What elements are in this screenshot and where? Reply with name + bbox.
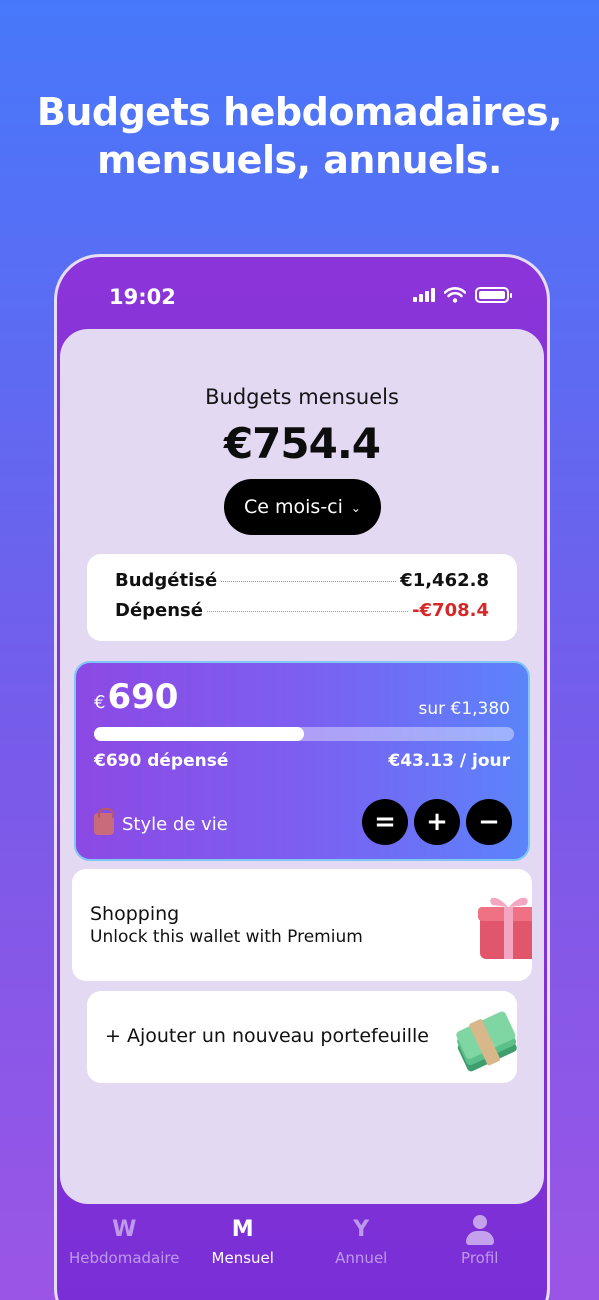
wallet-progress-fill [94, 727, 304, 741]
tab-monthly[interactable]: M Mensuel [185, 1215, 300, 1300]
status-time: 19:02 [109, 285, 176, 309]
budgeted-label: Budgétisé [115, 570, 218, 591]
tab-monthly-icon: M [231, 1217, 254, 1242]
add-wallet-button[interactable]: + Ajouter un nouveau portefeuille [87, 991, 517, 1083]
wallet-progress-bar [94, 727, 514, 741]
period-selector-button[interactable]: Ce mois-ci ⌄ [224, 479, 381, 535]
headline: Budgets hebdomadaires, mensuels, annuels… [0, 88, 599, 184]
wallet-amount-value: 690 [107, 677, 179, 717]
page-title: Budgets mensuels [205, 385, 399, 409]
tab-yearly[interactable]: Y Annuel [304, 1215, 419, 1300]
tab-weekly-icon: W [112, 1217, 137, 1242]
tab-monthly-label: Mensuel [211, 1249, 274, 1267]
phone-frame: 19:02 Budgets mensuels €754.4 Ce mois-ci… [54, 254, 550, 1300]
wallet-per-day: €43.13 / jour [388, 751, 510, 771]
wallet-category: Style de vie [94, 808, 228, 835]
dotted-leader [221, 581, 397, 582]
equals-button[interactable]: = [362, 799, 408, 845]
tab-weekly-label: Hebdomadaire [69, 1249, 180, 1267]
tab-weekly[interactable]: W Hebdomadaire [67, 1215, 182, 1300]
signal-icon [413, 288, 435, 302]
budget-total: €754.4 [223, 419, 381, 468]
spent-value: -€708.4 [412, 600, 489, 621]
wallet-currency: € [94, 692, 106, 713]
locked-wallet-subtitle: Unlock this wallet with Premium [90, 927, 363, 947]
status-bar: 19:02 [57, 257, 547, 329]
minus-button[interactable]: − [466, 799, 512, 845]
dotted-leader [206, 611, 409, 612]
spent-row: Dépensé -€708.4 [115, 600, 489, 630]
chevron-down-icon: ⌄ [350, 501, 361, 515]
budget-summary-card: Budgétisé €1,462.8 Dépensé -€708.4 [87, 554, 517, 641]
cash-icon [456, 1011, 517, 1072]
wallet-amount: €690 [94, 677, 178, 717]
tab-yearly-label: Annuel [335, 1249, 388, 1267]
headline-line-2: mensuels, annuels. [97, 138, 502, 182]
status-icons [413, 287, 512, 303]
plus-button[interactable]: + [414, 799, 460, 845]
add-wallet-label: + Ajouter un nouveau portefeuille [105, 1025, 429, 1047]
budget-screen: Budgets mensuels €754.4 Ce mois-ci ⌄ Bud… [60, 329, 544, 1204]
tab-profile[interactable]: Profil [422, 1215, 537, 1300]
bag-icon [94, 808, 114, 835]
tab-profile-label: Profil [461, 1249, 499, 1267]
spent-label: Dépensé [115, 600, 203, 621]
headline-line-1: Budgets hebdomadaires, [36, 90, 563, 134]
gift-icon [478, 897, 532, 959]
budgeted-row: Budgétisé €1,462.8 [115, 570, 489, 600]
locked-wallet-title: Shopping [90, 903, 180, 925]
battery-icon [475, 287, 512, 303]
wallet-spent: €690 dépensé [94, 751, 229, 771]
tab-bar: W Hebdomadaire M Mensuel Y Annuel Profil [57, 1215, 547, 1300]
tab-yearly-icon: Y [353, 1217, 370, 1242]
locked-wallet-shopping[interactable]: Shopping Unlock this wallet with Premium [72, 869, 532, 981]
wifi-icon [444, 287, 466, 303]
profile-icon [465, 1215, 495, 1245]
wallet-limit: sur €1,380 [418, 699, 510, 719]
period-label: Ce mois-ci [244, 496, 343, 518]
wallet-card-lifestyle[interactable]: €690 sur €1,380 €690 dépensé €43.13 / jo… [74, 661, 530, 861]
budgeted-value: €1,462.8 [400, 570, 489, 591]
wallet-actions: = + − [362, 799, 512, 845]
wallet-category-label: Style de vie [122, 813, 228, 835]
